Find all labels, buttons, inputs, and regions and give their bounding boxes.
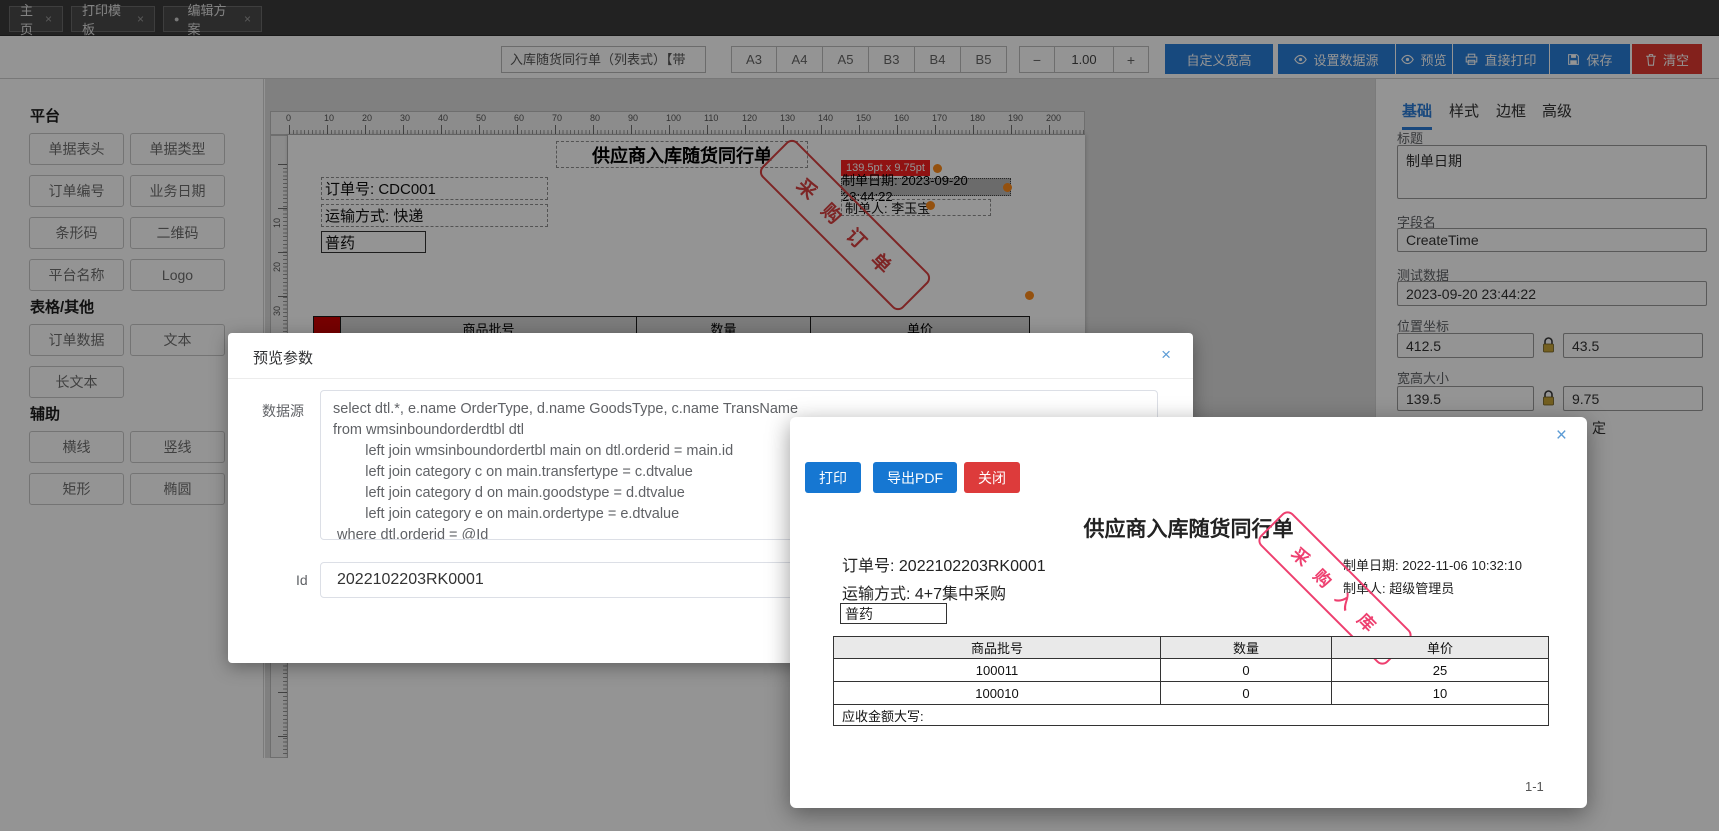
preview-drug-type: 普药: [840, 603, 947, 624]
print-button[interactable]: 打印: [805, 462, 861, 493]
cell-batch: 100011: [833, 659, 1161, 682]
table-row: 100010 0 10: [833, 682, 1549, 705]
print-preview-modal: × 打印 导出PDF 关闭 供应商入库随货同行单 订单号: 2022102203…: [790, 417, 1587, 808]
export-pdf-button[interactable]: 导出PDF: [873, 462, 957, 493]
modal-title: 预览参数: [253, 350, 314, 367]
preview-table-footer: 应收金额大写:: [833, 705, 1549, 726]
close-icon[interactable]: ×: [1161, 345, 1171, 365]
preview-th-price: 单价: [1332, 636, 1549, 659]
cell-price: 10: [1332, 682, 1549, 705]
close-icon[interactable]: ×: [1556, 425, 1567, 447]
modal-header: 预览参数 ×: [228, 333, 1193, 379]
datasource-label: 数据源: [262, 403, 304, 419]
preview-transport: 运输方式: 4+7集中采购: [842, 586, 1007, 603]
preview-create-date: 制单日期: 2022-11-06 10:32:10: [1343, 558, 1522, 573]
table-row: 100011 0 25: [833, 659, 1549, 682]
preview-th-batch: 商品批号: [833, 636, 1161, 659]
cell-batch: 100010: [833, 682, 1161, 705]
preview-doc-title: 供应商入库随货同行单: [1083, 518, 1294, 541]
close-preview-button[interactable]: 关闭: [964, 462, 1020, 493]
cell-price: 25: [1332, 659, 1549, 682]
preview-order-no: 订单号: 2022102203RK0001: [842, 558, 1046, 575]
id-label: Id: [296, 572, 308, 588]
cell-qty: 0: [1161, 682, 1332, 705]
cell-qty: 0: [1161, 659, 1332, 682]
table-footer-row: 应收金额大写:: [833, 705, 1549, 726]
app-root: 主页 × 打印模板 × ● 编辑方案 × 入库随货同行单（列表式）【带 A3 A…: [0, 0, 1719, 831]
page-indicator: 1-1: [1525, 779, 1544, 794]
preview-th-qty: 数量: [1161, 636, 1332, 659]
preview-table: 商品批号 数量 单价 100011 0 25 100010 0 10 应收金额大…: [833, 636, 1549, 726]
